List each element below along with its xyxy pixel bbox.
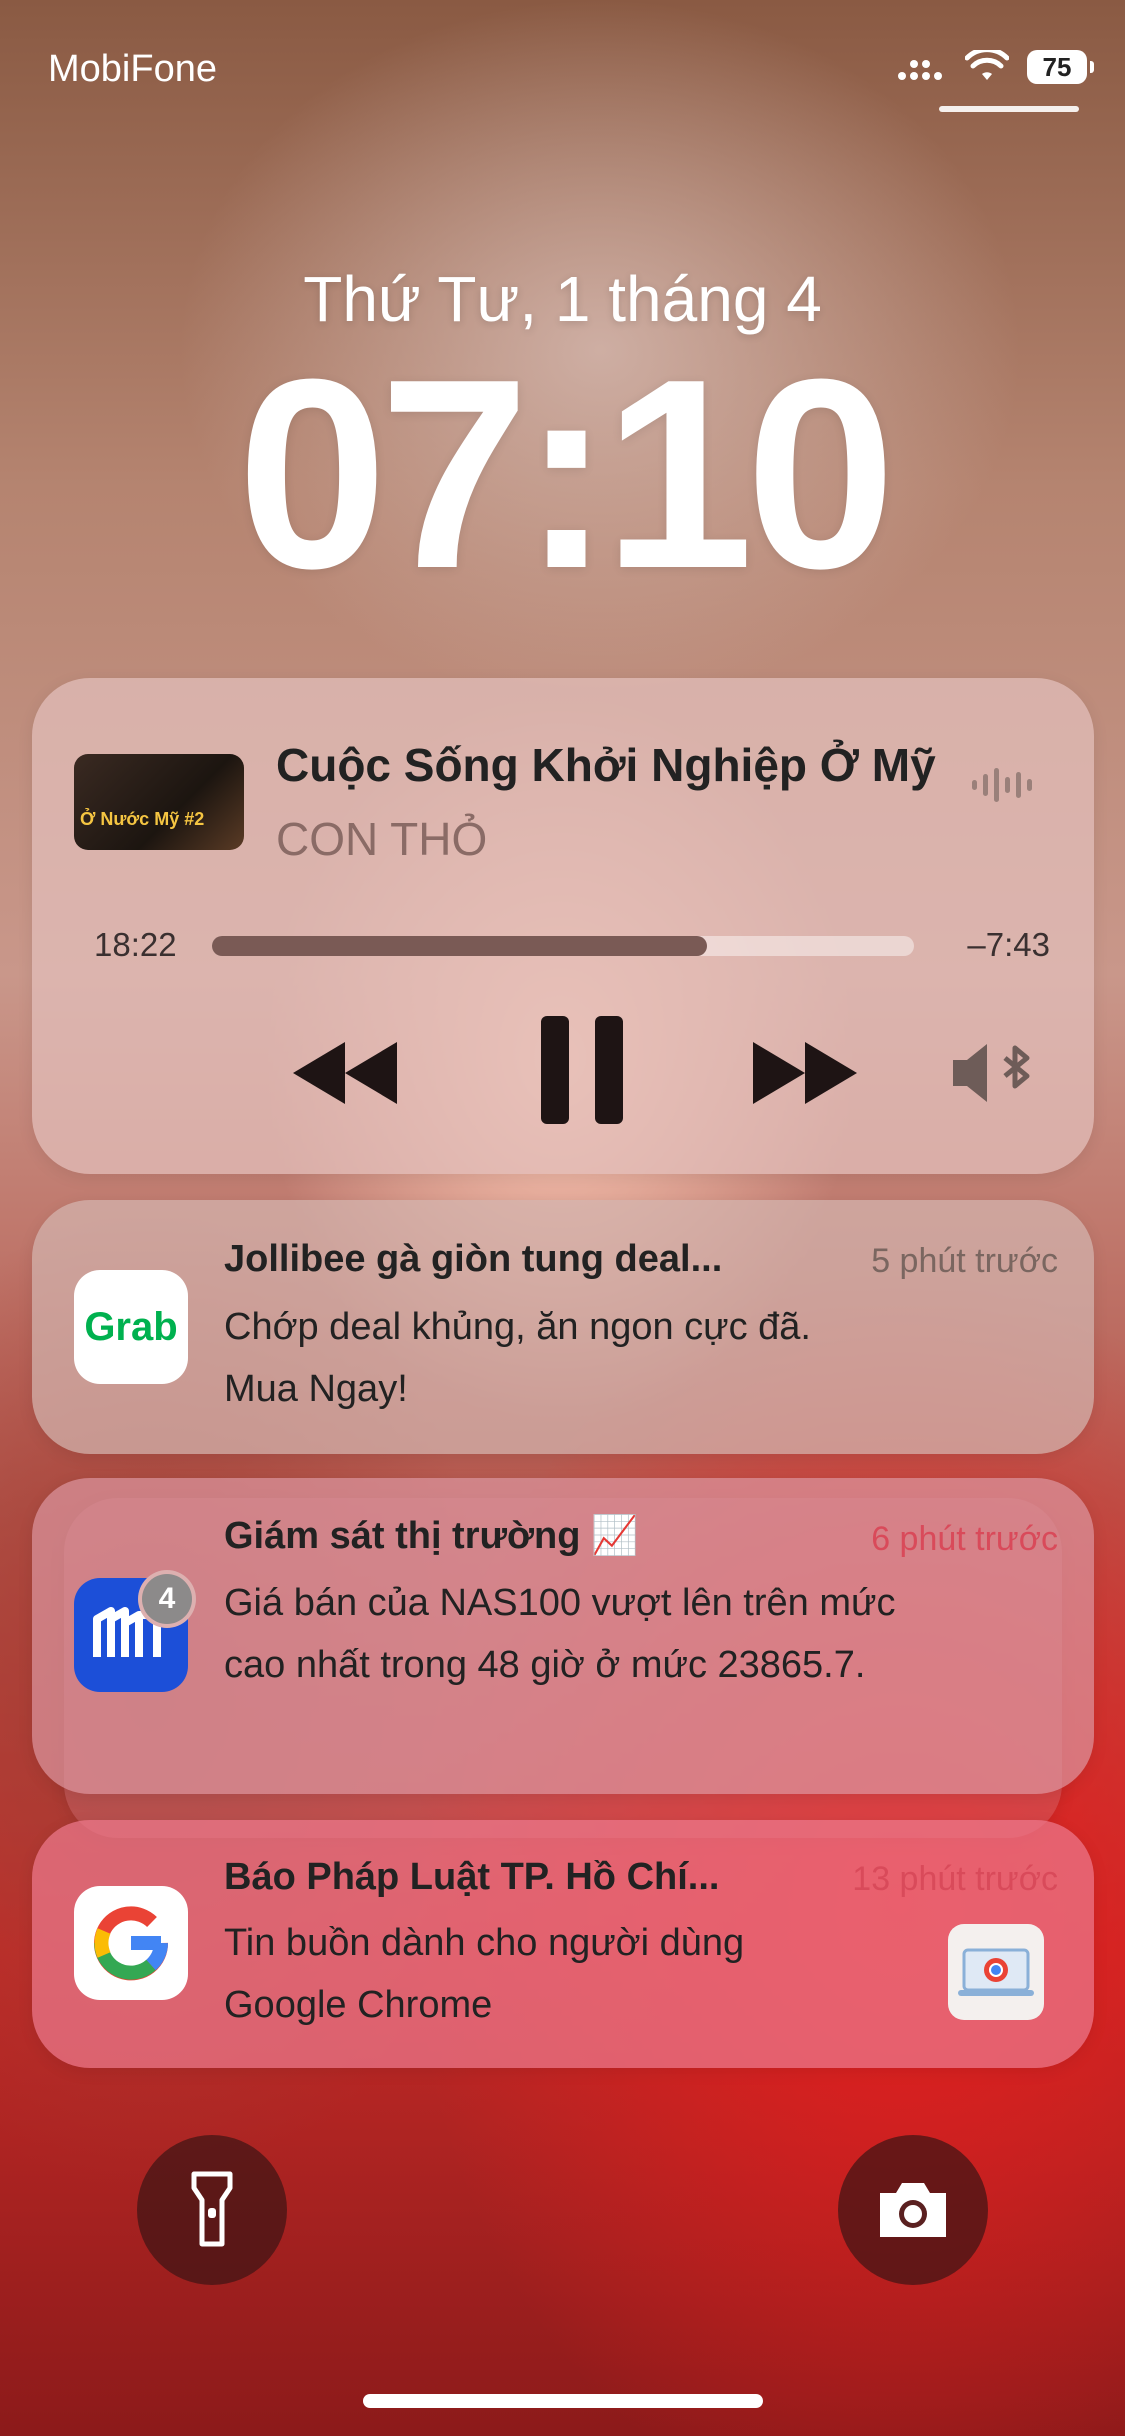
control-center-indicator[interactable] xyxy=(939,106,1079,112)
camera-button[interactable] xyxy=(838,2135,988,2285)
flashlight-button[interactable] xyxy=(137,2135,287,2285)
progress-scrubber[interactable] xyxy=(212,936,914,956)
notification-body-line: Google Chrome xyxy=(224,1984,493,2026)
notification-count-badge: 4 xyxy=(138,1570,196,1628)
notification-title: Giám sát thị trường 📈 xyxy=(224,1515,639,1557)
google-app-icon xyxy=(74,1886,188,2000)
signal-icon xyxy=(898,60,942,80)
carrier-name: MobiFone xyxy=(48,48,217,90)
notification-body-line: Giá bán của NAS100 vượt lên trên mức xyxy=(224,1582,896,1624)
artwork-caption: Ở Nước Mỹ #2 xyxy=(80,809,205,829)
status-icons: 75 xyxy=(897,50,1094,84)
wifi-icon xyxy=(965,50,1009,80)
chrome-laptop-icon xyxy=(958,1948,1034,1996)
notification-thumbnail xyxy=(948,1924,1044,2020)
notification-title: Jollibee gà giòn tung deal... xyxy=(224,1238,723,1280)
home-indicator[interactable] xyxy=(362,2394,763,2408)
notification-body-line: Mua Ngay! xyxy=(224,1368,408,1410)
pause-icon[interactable] xyxy=(537,1013,627,1127)
notification-body-line: Chớp deal khủng, ăn ngon cực đã. xyxy=(224,1306,811,1348)
media-controls xyxy=(32,1013,1094,1133)
grab-app-icon: Grab xyxy=(74,1270,188,1384)
media-player[interactable]: Ở Nước Mỹ #2 Cuộc Sống Khởi Nghiệp Ở Mỹ … xyxy=(32,678,1094,1174)
notification-body: Giá bán của NAS100 vượt lên trên mức cao… xyxy=(224,1572,1004,1696)
flashlight-icon xyxy=(191,2171,233,2247)
notification-time: 5 phút trước xyxy=(871,1242,1058,1280)
notification-body: Chớp deal khủng, ăn ngon cực đã. Mua Nga… xyxy=(224,1296,1004,1420)
camera-icon xyxy=(880,2183,946,2237)
lock-clock: 07:10 xyxy=(237,324,896,625)
notification-grab[interactable]: Grab Jollibee gà giòn tung deal... 5 phú… xyxy=(32,1200,1094,1454)
notification-title: Báo Pháp Luật TP. Hồ Chí... xyxy=(224,1856,720,1898)
mt-app-icon: 4 xyxy=(74,1570,196,1692)
progress-fill xyxy=(212,936,707,956)
battery-indicator: 75 xyxy=(1027,50,1094,84)
media-title: Cuộc Sống Khởi Nghiệp Ở Mỹ xyxy=(276,739,936,791)
remaining-time: –7:43 xyxy=(967,926,1050,963)
notification-body-line: cao nhất trong 48 giờ ở mức 23865.7. xyxy=(224,1644,866,1686)
notification-body: Tin buồn dành cho người dùng Google Chro… xyxy=(224,1912,864,2036)
media-artist: CON THỎ xyxy=(276,813,488,865)
status-bar: MobiFone 75 xyxy=(0,0,1125,140)
grab-logo-text: Grab xyxy=(84,1304,178,1349)
notification-google[interactable]: Báo Pháp Luật TP. Hồ Chí... 13 phút trướ… xyxy=(32,1820,1094,2068)
rewind-icon[interactable] xyxy=(290,1023,402,1123)
media-artwork[interactable]: Ở Nước Mỹ #2 xyxy=(74,754,244,850)
waveform-icon[interactable] xyxy=(972,768,1032,802)
notification-body-line: Tin buồn dành cho người dùng xyxy=(224,1922,745,1964)
notification-time: 6 phút trước xyxy=(871,1520,1058,1558)
notification-time: 13 phút trước xyxy=(852,1860,1058,1898)
elapsed-time: 18:22 xyxy=(94,926,177,963)
fast-forward-icon[interactable] xyxy=(750,1023,862,1123)
notification-market-watch[interactable]: 4 Giám sát thị trường 📈 6 phút trước Giá… xyxy=(32,1478,1094,1794)
google-g-icon xyxy=(94,1906,169,1981)
speaker-bluetooth-icon[interactable] xyxy=(942,1033,1042,1113)
